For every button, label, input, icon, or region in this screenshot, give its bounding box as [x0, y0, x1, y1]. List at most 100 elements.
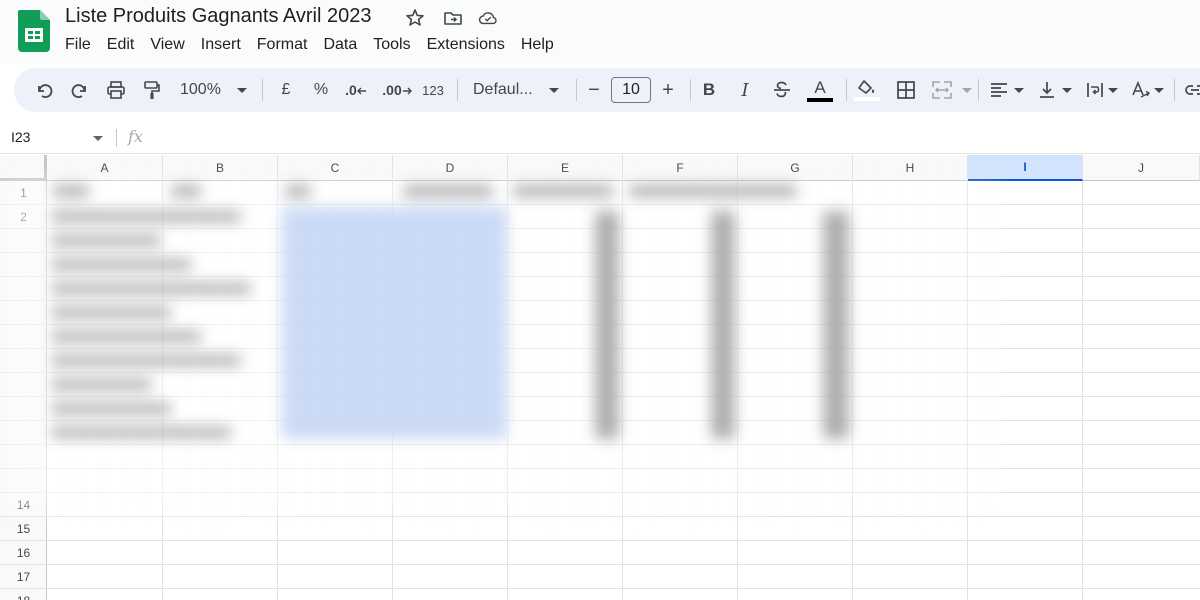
undo-icon[interactable] — [30, 68, 58, 112]
vertical-align-icon[interactable] — [1034, 68, 1060, 112]
menu-bar: File Edit View Insert Format Data Tools … — [57, 34, 562, 56]
grid-line — [47, 516, 1200, 517]
column-header-a[interactable]: A — [47, 155, 163, 181]
font-caret-icon — [549, 88, 559, 93]
toolbar-divider — [690, 79, 691, 101]
row-header-15[interactable]: 15 — [0, 517, 47, 541]
blurred-cell — [51, 235, 161, 246]
sheets-logo-icon[interactable] — [18, 10, 50, 52]
formula-bar: I23 fx — [0, 122, 1200, 154]
toolbar-divider — [576, 79, 577, 101]
title-bar: Liste Produits Gagnants Avril 2023 File … — [0, 0, 1200, 64]
blurred-cell — [171, 185, 201, 197]
font-size-input[interactable]: 10 — [611, 77, 651, 103]
blurred-cell — [51, 355, 241, 366]
menu-insert[interactable]: Insert — [193, 34, 249, 56]
toolbar-divider — [846, 79, 847, 101]
increase-decimals-button[interactable]: .00 — [380, 68, 414, 112]
borders-icon[interactable] — [892, 68, 920, 112]
menu-file[interactable]: File — [57, 34, 99, 56]
row-header-17[interactable]: 17 — [0, 565, 47, 589]
menu-help[interactable]: Help — [513, 34, 562, 56]
star-icon[interactable] — [405, 8, 425, 28]
blurred-cell — [285, 185, 311, 197]
blurred-cell — [51, 259, 191, 270]
print-icon[interactable] — [102, 68, 130, 112]
fill-color-swatch — [854, 96, 880, 101]
column-header-e[interactable]: E — [508, 155, 623, 181]
horizontal-align-caret-icon — [1014, 88, 1024, 93]
text-rotation-icon[interactable] — [1128, 68, 1154, 112]
arrow-right-icon — [402, 87, 412, 95]
document-title[interactable]: Liste Produits Gagnants Avril 2023 — [65, 5, 371, 28]
blurred-cell — [629, 185, 797, 197]
blurred-cell — [53, 185, 89, 197]
blurred-cell — [403, 185, 493, 197]
formula-bar-divider — [116, 129, 117, 147]
redo-icon[interactable] — [66, 68, 94, 112]
fill-color-icon[interactable] — [852, 68, 882, 112]
decrease-font-size-button[interactable]: − — [582, 68, 606, 112]
column-header-b[interactable]: B — [163, 155, 278, 181]
horizontal-align-icon[interactable] — [986, 68, 1012, 112]
column-header-d[interactable]: D — [393, 155, 508, 181]
blurred-cell — [513, 185, 613, 197]
menu-view[interactable]: View — [142, 34, 192, 56]
increase-decimals-label: .00 — [382, 82, 402, 98]
menu-tools[interactable]: Tools — [365, 34, 418, 56]
menu-format[interactable]: Format — [249, 34, 316, 56]
arrow-left-icon — [356, 87, 366, 95]
merge-cells-icon[interactable] — [928, 68, 956, 112]
blurred-cell — [51, 307, 171, 318]
blurred-cell — [711, 211, 735, 439]
grid-line — [47, 540, 1200, 541]
name-box[interactable]: I23 — [11, 129, 30, 145]
text-color-letter: A — [814, 78, 826, 97]
currency-format-button[interactable]: £ — [272, 68, 300, 112]
toolbar: 100% £ % .0 .00 123 Defaul... − 10 + B I… — [14, 68, 1200, 112]
paint-format-icon[interactable] — [138, 68, 166, 112]
text-wrapping-caret-icon — [1108, 88, 1118, 93]
decrease-decimals-button[interactable]: .0 — [341, 68, 371, 112]
blurred-cell — [51, 403, 171, 414]
blurred-highlight — [282, 207, 507, 439]
move-to-folder-icon[interactable] — [443, 8, 463, 28]
text-color-button[interactable]: A — [804, 68, 836, 112]
row-header-16[interactable]: 16 — [0, 541, 47, 565]
merge-caret-icon — [962, 88, 972, 93]
text-wrapping-icon[interactable] — [1082, 68, 1108, 112]
blurred-cell — [51, 331, 201, 342]
blurred-cell — [51, 211, 241, 222]
menu-extensions[interactable]: Extensions — [419, 34, 513, 56]
percent-format-button[interactable]: % — [307, 68, 335, 112]
toolbar-divider — [457, 79, 458, 101]
fx-icon: fx — [128, 127, 143, 146]
text-rotation-caret-icon — [1154, 88, 1164, 93]
toolbar-divider — [1174, 79, 1175, 101]
menu-data[interactable]: Data — [315, 34, 365, 56]
number-format-button[interactable]: 123 — [418, 68, 448, 112]
select-all-corner[interactable] — [0, 155, 47, 181]
column-header-row: A B C D E F G H I J — [0, 155, 1200, 181]
italic-button[interactable]: I — [732, 68, 758, 112]
bold-button[interactable]: B — [696, 68, 722, 112]
row-header-18[interactable]: 18 — [0, 589, 47, 600]
column-header-g[interactable]: G — [738, 155, 853, 181]
increase-font-size-button[interactable]: + — [656, 68, 680, 112]
strikethrough-icon[interactable] — [768, 68, 796, 112]
menu-edit[interactable]: Edit — [99, 34, 143, 56]
cloud-saved-icon[interactable] — [478, 8, 498, 28]
blurred-cell — [51, 379, 151, 390]
decrease-decimals-label: .0 — [345, 82, 357, 98]
blurred-cell — [51, 427, 231, 438]
column-header-j[interactable]: J — [1083, 155, 1200, 181]
column-header-f[interactable]: F — [623, 155, 738, 181]
blurred-cell — [51, 283, 251, 294]
column-header-h[interactable]: H — [853, 155, 968, 181]
column-header-i[interactable]: I — [968, 155, 1083, 181]
name-box-caret-icon[interactable] — [93, 136, 103, 141]
toolbar-divider — [978, 79, 979, 101]
text-color-swatch — [807, 98, 833, 102]
insert-link-icon[interactable] — [1182, 68, 1200, 112]
column-header-c[interactable]: C — [278, 155, 393, 181]
